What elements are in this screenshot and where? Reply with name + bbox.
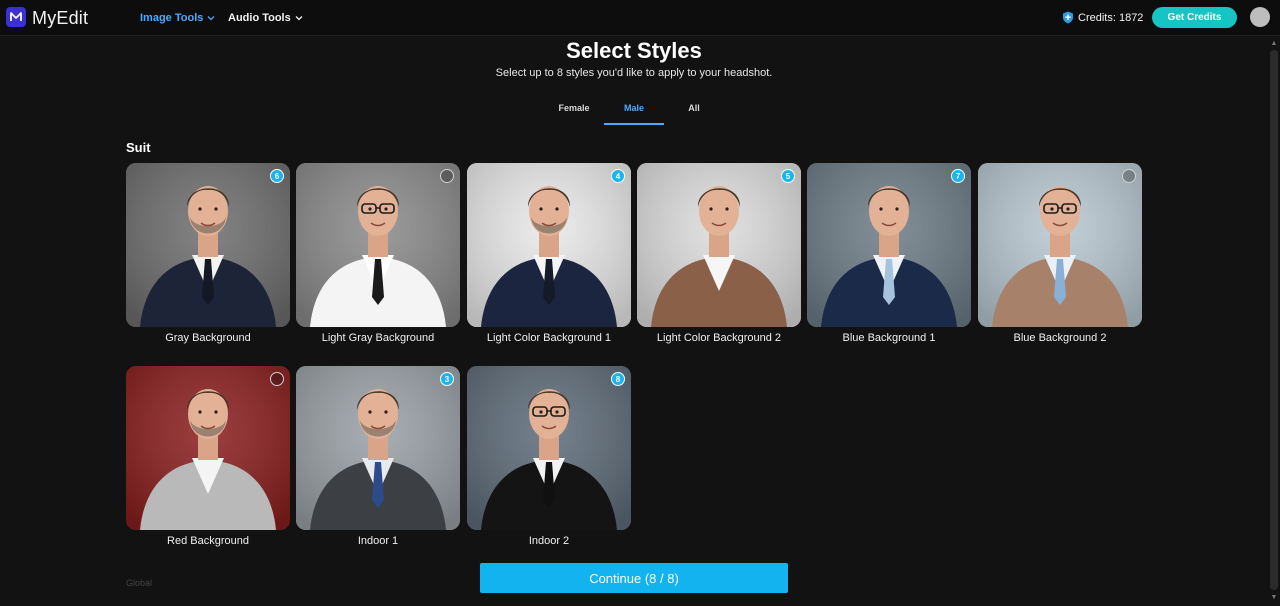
style-card-light-gray-background[interactable]: Light Gray Background	[296, 163, 460, 344]
headshot-image	[467, 163, 631, 327]
page-title: Select Styles	[566, 38, 702, 63]
headshot-image	[296, 366, 460, 530]
page-subtitle: Select up to 8 styles you'd like to appl…	[495, 67, 773, 79]
headshot-image	[807, 163, 971, 327]
tab-all[interactable]: All	[666, 103, 722, 125]
myedit-logo-icon[interactable]	[6, 7, 26, 27]
style-thumbnail: 6	[126, 163, 290, 327]
credits-shield-icon	[1063, 11, 1073, 24]
selection-order-badge[interactable]: 5	[781, 169, 795, 183]
nav-audio-tools-label: Audio Tools	[228, 12, 291, 24]
select-checkbox[interactable]	[1122, 169, 1136, 183]
get-credits-button[interactable]: Get Credits	[1152, 7, 1237, 28]
style-label: Indoor 2	[528, 535, 570, 547]
scroll-down-arrow-icon[interactable]: ▼	[1270, 594, 1278, 602]
credits-text: Credits: 1872	[1078, 11, 1144, 24]
selection-order-badge[interactable]: 3	[440, 372, 454, 386]
style-card-light-color-background-2[interactable]: 5 Light Color Background 2	[637, 163, 801, 344]
credits-display: Credits: 1872	[1062, 11, 1143, 24]
style-thumbnail: 3	[296, 366, 460, 530]
select-checkbox[interactable]	[270, 372, 284, 386]
selection-order-badge[interactable]: 4	[611, 169, 625, 183]
headshot-image	[126, 366, 290, 530]
style-label: Blue Background 2	[1013, 332, 1107, 344]
avatar[interactable]	[1250, 7, 1270, 27]
style-thumbnail	[978, 163, 1142, 327]
nav-image-tools[interactable]: Image Tools	[140, 12, 215, 24]
chevron-down-icon	[295, 16, 303, 21]
style-thumbnail: 7	[807, 163, 971, 327]
style-label: Light Color Background 1	[486, 332, 612, 344]
style-thumbnail: 8	[467, 366, 631, 530]
chevron-down-icon	[207, 16, 215, 21]
scroll-up-arrow-icon[interactable]: ▲	[1270, 40, 1278, 48]
style-label: Light Color Background 2	[656, 332, 782, 344]
style-card-indoor-1[interactable]: 3 Indoor 1	[296, 366, 460, 547]
style-label: Blue Background 1	[842, 332, 936, 344]
headshot-image	[637, 163, 801, 327]
brand-name[interactable]: MyEdit	[32, 8, 88, 29]
scrollbar-thumb[interactable]	[1270, 50, 1278, 590]
nav-image-tools-label: Image Tools	[140, 12, 204, 24]
style-label: Red Background	[167, 535, 249, 547]
style-thumbnail: 5	[637, 163, 801, 327]
style-card-light-color-background-1[interactable]: 4 Light Color Background 1	[467, 163, 631, 344]
nav-audio-tools[interactable]: Audio Tools	[228, 12, 303, 24]
style-label: Light Gray Background	[321, 332, 435, 344]
gender-tabs: Female Male All	[0, 103, 1268, 125]
continue-button[interactable]: Continue (8 / 8)	[480, 563, 788, 593]
section-title-suit: Suit	[126, 140, 151, 155]
next-section-title: Global	[126, 578, 153, 588]
style-card-red-background[interactable]: Red Background	[126, 366, 290, 547]
tab-male[interactable]: Male	[604, 103, 664, 125]
tab-female[interactable]: Female	[546, 103, 602, 125]
selection-order-badge[interactable]: 8	[611, 372, 625, 386]
select-checkbox[interactable]	[440, 169, 454, 183]
style-card-gray-background[interactable]: 6 Gray Background	[126, 163, 290, 344]
headshot-image	[126, 163, 290, 327]
style-card-blue-background-1[interactable]: 7 Blue Background 1	[807, 163, 971, 344]
headshot-image	[978, 163, 1142, 327]
style-card-blue-background-2[interactable]: Blue Background 2	[978, 163, 1142, 344]
style-thumbnail	[126, 366, 290, 530]
top-bar: MyEdit Image Tools Audio Tools Credits: …	[0, 0, 1280, 36]
style-thumbnail	[296, 163, 460, 327]
selection-order-badge[interactable]: 7	[951, 169, 965, 183]
headshot-image	[467, 366, 631, 530]
style-label: Indoor 1	[357, 535, 399, 547]
style-card-indoor-2[interactable]: 8 Indoor 2	[467, 366, 631, 547]
headshot-image	[296, 163, 460, 327]
style-label: Gray Background	[165, 332, 251, 344]
style-thumbnail: 4	[467, 163, 631, 327]
selection-order-badge[interactable]: 6	[270, 169, 284, 183]
